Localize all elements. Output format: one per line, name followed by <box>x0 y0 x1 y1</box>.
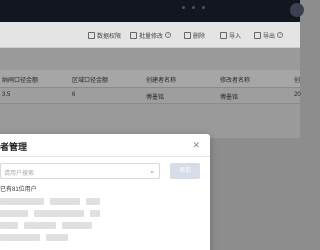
edit-icon <box>130 31 137 39</box>
export-button[interactable]: 导出 ? <box>254 28 284 42</box>
modal-divider <box>0 156 210 157</box>
user-chip[interactable] <box>34 210 84 217</box>
add-user-button[interactable]: 添加 <box>170 163 200 179</box>
select-placeholder: 请用户搜索 <box>4 171 35 177</box>
user-chip[interactable] <box>0 198 44 205</box>
table-cell: 傅墨铭 <box>146 95 165 101</box>
help-icon: ? <box>165 32 172 38</box>
table-cell: 傅墨铭 <box>220 95 239 101</box>
table-row[interactable]: 3.5 6 傅墨铭 傅墨铭 20 <box>0 88 301 104</box>
chevron-down-icon: ⌄ <box>149 168 155 175</box>
help-icon: ? <box>277 32 284 38</box>
close-icon[interactable]: ✕ <box>192 140 200 151</box>
batch-edit-button[interactable]: 批量修改 ? <box>130 28 172 42</box>
user-chip[interactable] <box>0 210 28 217</box>
modal-title: 者管理 <box>0 142 28 152</box>
batch-edit-label: 批量修改 <box>139 33 164 40</box>
avatar[interactable] <box>290 3 304 17</box>
data-table: 纳闸口径金额 区域口径金额 创建者名称 修改者名称 创 3.5 6 傅墨铭 傅墨… <box>0 48 301 138</box>
trash-icon <box>184 31 191 39</box>
user-chip[interactable] <box>50 198 80 205</box>
selected-users-count: 已有81位用户 <box>0 187 37 193</box>
top-navbar <box>0 0 304 22</box>
import-icon <box>220 31 227 39</box>
table-header: 纳闸口径金额 区域口径金额 创建者名称 修改者名称 创 <box>0 70 300 88</box>
column-header: 创 <box>294 78 301 84</box>
table-cell: 20 <box>294 92 301 98</box>
import-label: 导入 <box>229 33 242 40</box>
user-chip[interactable] <box>90 210 100 217</box>
column-header: 区域口径金额 <box>72 78 109 84</box>
column-header: 创建者名称 <box>146 78 177 84</box>
delete-label: 删除 <box>193 33 206 40</box>
import-button[interactable]: 导入 <box>220 28 241 42</box>
column-header: 纳闸口径金额 <box>2 78 39 84</box>
user-management-modal: 者管理 ✕ 请用户搜索 ⌄ 添加 已有81位用户 <box>0 134 210 250</box>
user-search-select[interactable]: 请用户搜索 ⌄ <box>0 163 160 179</box>
table-cell: 6 <box>72 92 76 98</box>
user-chip[interactable] <box>62 222 92 229</box>
toolbar: 数据权限 批量修改 ? 删除 导入 导出 ? <box>0 22 300 48</box>
delete-button[interactable]: 删除 <box>184 28 205 42</box>
data-permission-button[interactable]: 数据权限 <box>88 28 121 42</box>
user-chip[interactable] <box>46 234 68 241</box>
export-label: 导出 <box>263 33 276 40</box>
top-nav-dots <box>182 6 185 9</box>
column-header: 修改者名称 <box>220 78 251 84</box>
user-chip[interactable] <box>24 222 56 229</box>
data-permission-label: 数据权限 <box>97 33 122 40</box>
user-chip[interactable] <box>86 198 100 205</box>
shield-icon <box>88 31 95 39</box>
export-icon <box>254 31 261 39</box>
user-chip[interactable] <box>0 222 18 229</box>
table-cell: 3.5 <box>2 92 11 98</box>
user-chip[interactable] <box>0 234 40 241</box>
